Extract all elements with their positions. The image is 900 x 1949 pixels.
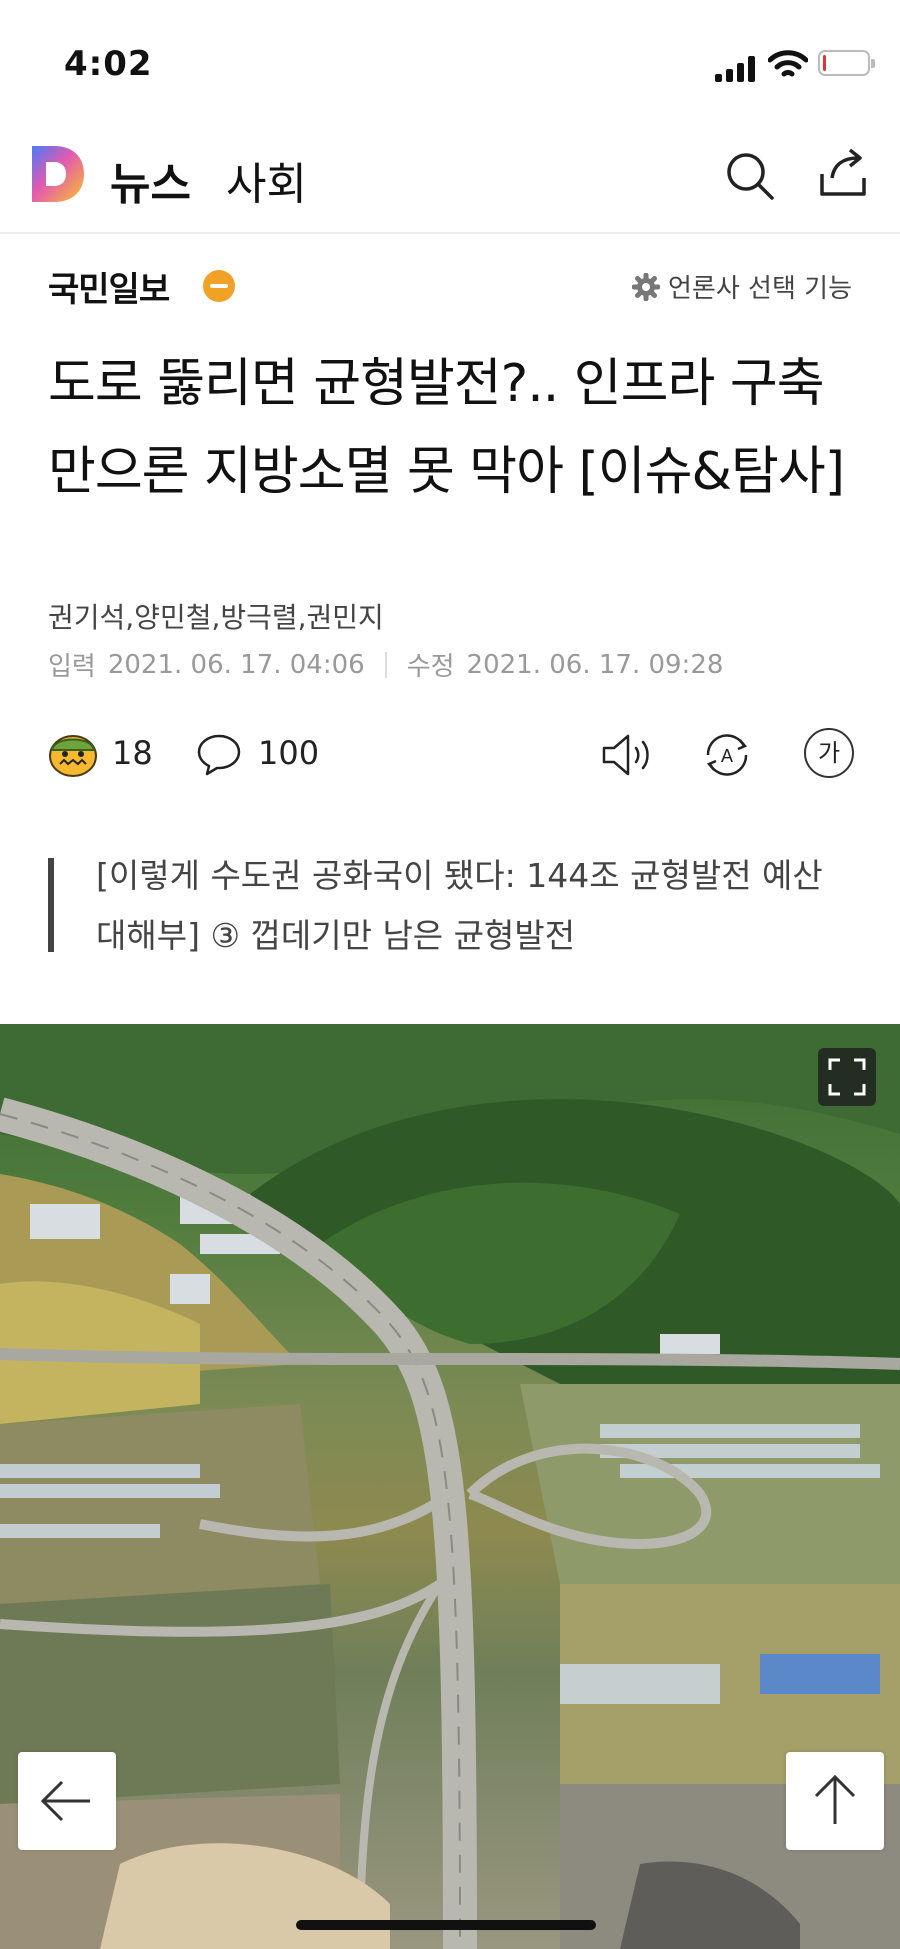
daum-logo-icon[interactable] [28, 144, 86, 204]
input-label: 입력 [48, 652, 96, 682]
app-title[interactable]: 뉴스 [110, 148, 191, 212]
article-title: 도로 뚫리면 균형발전?.. 인프라 구축만으론 지방소멸 못 막아 [이슈&탐… [48, 354, 845, 502]
wifi-icon [768, 50, 808, 77]
expand-icon[interactable] [818, 1048, 876, 1106]
publisher-badge-icon [203, 270, 235, 302]
search-icon[interactable] [724, 150, 776, 202]
publisher-select-label: 언론사 선택 기능 [668, 274, 852, 304]
battery-level [823, 55, 826, 71]
article-dates: 입력 2021. 06. 17. 04:06 수정 2021. 06. 17. … [48, 646, 723, 683]
modified-date: 2021. 06. 17. 09:28 [466, 649, 724, 680]
article-authors: 권기석,양민철,방극렬,권민지 [48, 601, 384, 634]
home-indicator[interactable] [296, 1920, 596, 1930]
publisher-name[interactable]: 국민일보 [48, 262, 170, 311]
status-bar: 4:02 [0, 0, 900, 120]
article-subtitle: [이렇게 수도권 공화국이 됐다: 144조 균형발전 예산 대해부] ③ 껍데… [96, 856, 823, 955]
arrow-up-icon [814, 1774, 856, 1824]
section-title[interactable]: 사회 [226, 148, 307, 212]
font-size-button[interactable]: 가 [804, 728, 854, 778]
status-time: 4:02 [64, 44, 153, 84]
reaction-bar: 18 100 A 가 [48, 726, 858, 786]
comment-icon[interactable] [196, 732, 242, 776]
svg-text:A: A [721, 746, 733, 766]
comment-count[interactable]: 100 [258, 734, 319, 772]
app-header: 뉴스 사회 [0, 128, 900, 234]
date-divider [384, 651, 387, 678]
publisher-select-button[interactable]: 언론사 선택 기능 [632, 268, 852, 305]
article-photo[interactable] [0, 1024, 900, 1949]
share-icon[interactable] [818, 148, 868, 200]
speaker-icon[interactable] [600, 730, 656, 780]
scroll-top-button[interactable] [786, 1752, 884, 1850]
arrow-left-icon [40, 1780, 90, 1822]
emoji-reaction-icon[interactable] [48, 730, 98, 778]
reaction-count[interactable]: 18 [112, 734, 153, 772]
back-button[interactable] [18, 1752, 116, 1850]
aerial-highway-illustration [0, 1024, 900, 1949]
gear-icon [632, 272, 661, 301]
cellular-signal-icon [715, 54, 761, 82]
input-date: 2021. 06. 17. 04:06 [107, 649, 365, 680]
translate-icon[interactable]: A [700, 728, 754, 782]
quote-bar [48, 858, 54, 952]
battery-icon [818, 50, 875, 76]
modified-label: 수정 [406, 652, 455, 682]
